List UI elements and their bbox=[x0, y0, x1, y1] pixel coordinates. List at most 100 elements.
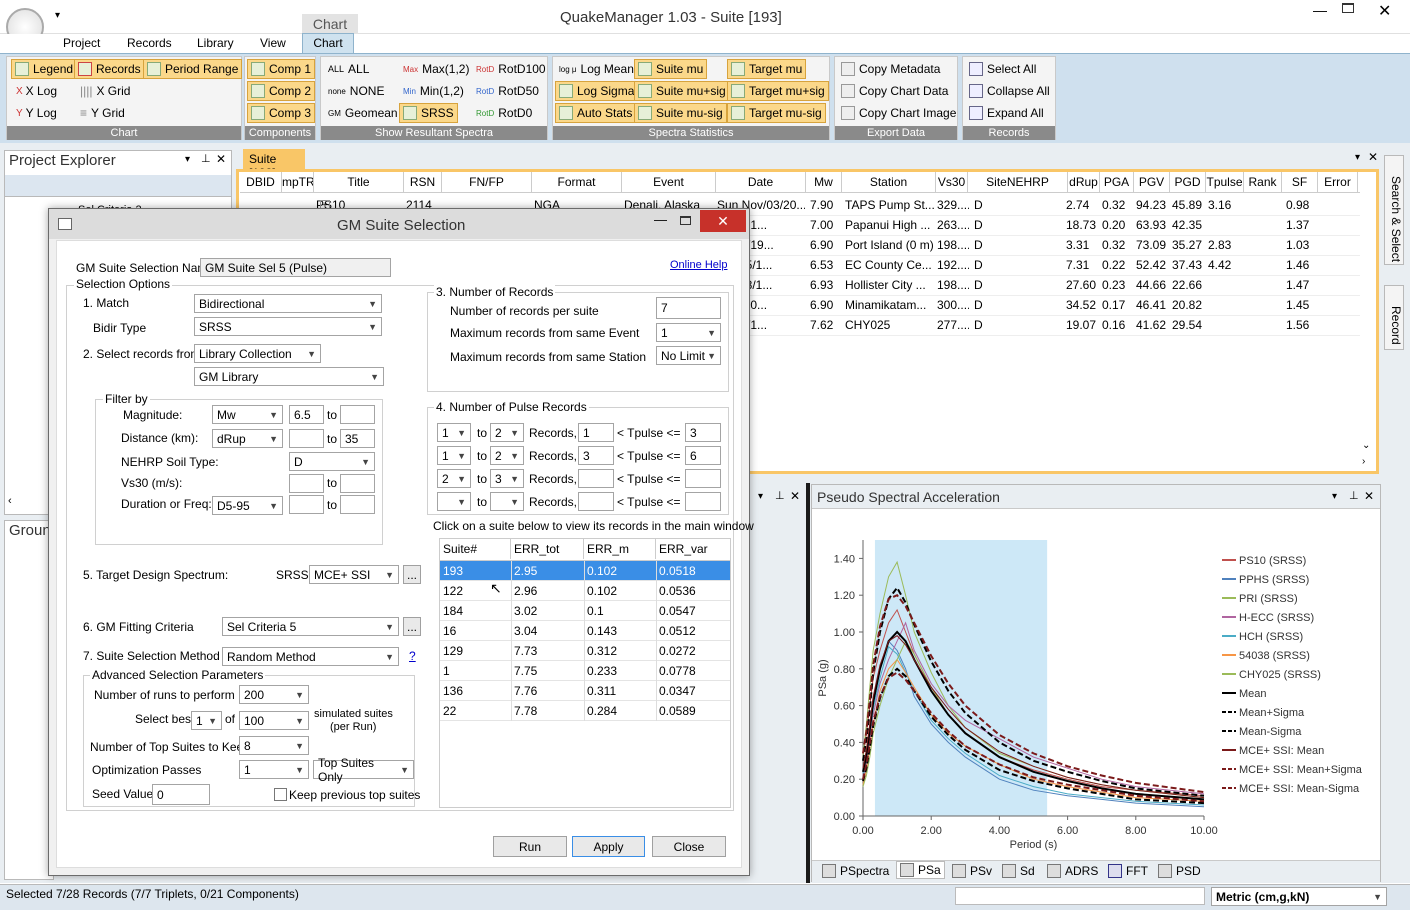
of-select[interactable]: 100 ▼ bbox=[239, 711, 309, 730]
menu-library[interactable]: Library bbox=[197, 36, 234, 50]
tab-pspectra[interactable]: PSpectra bbox=[822, 862, 889, 880]
middle-panel-close-icon[interactable]: ✕ bbox=[790, 489, 800, 503]
fitting-select[interactable]: Sel Criteria 5 ▼ bbox=[222, 617, 399, 636]
select-best-select[interactable]: 1 ▼ bbox=[191, 711, 222, 730]
suite-tab[interactable]: Suite [193] bbox=[243, 149, 305, 180]
target-mu-minus-sig-button[interactable]: Target mu-sig bbox=[727, 103, 826, 123]
geomean-button[interactable]: GM Geomean bbox=[325, 103, 401, 123]
max-event-select[interactable]: 1 ▼ bbox=[656, 323, 721, 342]
comp3-button[interactable]: Comp 3 bbox=[247, 103, 316, 123]
nehrp-select[interactable]: D ▼ bbox=[289, 452, 375, 471]
suite-mu-minus-sig-button[interactable]: Suite mu-sig bbox=[634, 103, 727, 123]
vs30-max-input[interactable] bbox=[340, 474, 375, 493]
legend-button[interactable]: Legend bbox=[11, 59, 78, 79]
target-select[interactable]: MCE+ SSI ▼ bbox=[309, 565, 399, 584]
all-button[interactable]: ALL ALL bbox=[325, 59, 372, 79]
dialog-maximize-icon[interactable] bbox=[680, 216, 691, 225]
col-err-m[interactable]: ERR_m bbox=[584, 539, 656, 559]
online-help-link[interactable]: Online Help bbox=[670, 259, 727, 271]
col-rank[interactable]: Rank bbox=[1244, 172, 1282, 192]
duration-min-input[interactable] bbox=[289, 495, 324, 514]
suite-row[interactable]: 136 7.76 0.311 0.0347 bbox=[440, 681, 730, 701]
pulse-min-select[interactable]: 2 ▼ bbox=[437, 469, 471, 488]
magnitude-type-select[interactable]: Mw ▼ bbox=[212, 405, 283, 424]
col-err-var[interactable]: ERR_var bbox=[656, 539, 730, 559]
suite-row[interactable]: 22 7.78 0.284 0.0589 bbox=[440, 701, 730, 721]
top-suites-select[interactable]: 8 ▼ bbox=[239, 736, 309, 755]
suite-row[interactable]: 129 7.73 0.312 0.0272 bbox=[440, 641, 730, 661]
target-mu-sig-button[interactable]: Target mu+sig bbox=[727, 81, 829, 101]
passes-mode-select[interactable]: Top Suites Only ▼ bbox=[313, 756, 414, 784]
passes-select[interactable]: 1 ▼ bbox=[239, 760, 309, 779]
distance-type-select[interactable]: dRup ▼ bbox=[212, 429, 283, 448]
tab-adrs[interactable]: ADRS bbox=[1047, 862, 1098, 880]
panel-splitter[interactable] bbox=[806, 483, 810, 883]
psa-close-icon[interactable]: ✕ bbox=[1364, 489, 1374, 503]
tpulse-max-input[interactable] bbox=[685, 492, 721, 511]
copy-chart-image-button[interactable]: Copy Chart Image bbox=[838, 103, 959, 123]
quick-access-dropdown-icon[interactable]: ▾ bbox=[55, 10, 60, 21]
col-sf[interactable]: SF bbox=[1282, 172, 1318, 192]
col-vs30[interactable]: Vs30 bbox=[936, 172, 968, 192]
psa-pin-icon[interactable]: ⊥ bbox=[1349, 489, 1359, 502]
minimize-icon[interactable]: — bbox=[1313, 2, 1327, 18]
library-select[interactable]: GM Library ▼ bbox=[194, 367, 384, 386]
suite-row[interactable]: 1 7.75 0.233 0.0778 bbox=[440, 661, 730, 681]
log-sigma-button[interactable]: Log Sigma bbox=[555, 81, 639, 101]
apply-button[interactable]: Apply bbox=[572, 836, 645, 857]
fitting-browse-button[interactable]: ... bbox=[403, 617, 421, 636]
col-station[interactable]: Station bbox=[842, 172, 936, 192]
col-mw[interactable]: Mw bbox=[806, 172, 842, 192]
tab-menu-icon[interactable]: ▾ bbox=[1355, 152, 1360, 163]
duration-max-input[interactable] bbox=[340, 495, 375, 514]
min12-button[interactable]: Min Min(1,2) bbox=[400, 81, 467, 101]
method-help-link[interactable]: ? bbox=[409, 649, 416, 663]
grid-scroll-down[interactable]: ⌄ bbox=[1362, 440, 1370, 451]
run-button[interactable]: Run bbox=[493, 836, 567, 857]
collapse-all-button[interactable]: Collapse All bbox=[966, 81, 1053, 101]
col-format[interactable]: Format bbox=[532, 172, 622, 192]
duration-type-select[interactable]: D5-95 ▼ bbox=[212, 496, 283, 515]
col-dbid[interactable]: DBID bbox=[240, 172, 282, 192]
distance-min-input[interactable] bbox=[289, 429, 324, 448]
tpulse-min-input[interactable] bbox=[578, 492, 614, 511]
menu-view[interactable]: View bbox=[260, 36, 286, 50]
menu-chart[interactable]: Chart bbox=[302, 33, 354, 53]
keep-previous-checkbox[interactable] bbox=[274, 788, 287, 801]
match-select[interactable]: Bidirectional ▼ bbox=[194, 294, 382, 313]
col-mptr[interactable]: mpTR bbox=[282, 172, 314, 192]
maximize-icon[interactable] bbox=[1342, 3, 1354, 13]
magnitude-max-input[interactable] bbox=[340, 405, 375, 424]
col-site[interactable]: SiteNEHRP bbox=[968, 172, 1068, 192]
target-mu-button[interactable]: Target mu bbox=[727, 59, 807, 79]
col-pgv[interactable]: PGV bbox=[1134, 172, 1170, 192]
comp1-button[interactable]: Comp 1 bbox=[247, 59, 316, 79]
psa-menu-icon[interactable]: ▾ bbox=[1332, 491, 1337, 502]
col-suite-num[interactable]: Suite# bbox=[440, 539, 511, 559]
tab-sd[interactable]: Sd bbox=[1002, 862, 1035, 880]
tpulse-max-input[interactable]: 3 bbox=[685, 423, 721, 442]
search-select-side-tab[interactable]: Search & Select bbox=[1384, 155, 1404, 265]
close-window-icon[interactable]: ✕ bbox=[1378, 1, 1391, 21]
tpulse-min-input[interactable]: 3 bbox=[578, 446, 614, 465]
bidir-type-select[interactable]: SRSS ▼ bbox=[194, 317, 382, 336]
tpulse-min-input[interactable] bbox=[578, 469, 614, 488]
y-log-button[interactable]: YY Log bbox=[13, 103, 60, 123]
max-station-select[interactable]: No Limit ▼ bbox=[656, 346, 721, 365]
close-button[interactable]: Close bbox=[652, 836, 726, 857]
x-log-button[interactable]: XX Log bbox=[13, 81, 60, 101]
x-grid-button[interactable]: |||| X Grid bbox=[77, 81, 133, 101]
none-button[interactable]: none NONE bbox=[325, 81, 387, 101]
tpulse-min-input[interactable]: 1 bbox=[578, 423, 614, 442]
pulse-min-select[interactable]: 1 ▼ bbox=[437, 423, 471, 442]
suite-mu-button[interactable]: Suite mu bbox=[634, 59, 708, 79]
pulse-min-select[interactable]: ▼ bbox=[437, 492, 471, 511]
tab-psd[interactable]: PSD bbox=[1158, 862, 1201, 880]
suite-row[interactable]: 122 2.96 0.102 0.0536 bbox=[440, 581, 730, 601]
record-side-tab[interactable]: Record bbox=[1384, 285, 1404, 350]
per-suite-input[interactable]: 7 bbox=[656, 297, 721, 319]
suite-row[interactable]: 16 3.04 0.143 0.0512 bbox=[440, 621, 730, 641]
runs-select[interactable]: 200 ▼ bbox=[239, 685, 309, 704]
suite-row[interactable]: 193 2.95 0.102 0.0518 bbox=[440, 561, 730, 581]
suite-mu-sig-button[interactable]: Suite mu+sig bbox=[634, 81, 730, 101]
